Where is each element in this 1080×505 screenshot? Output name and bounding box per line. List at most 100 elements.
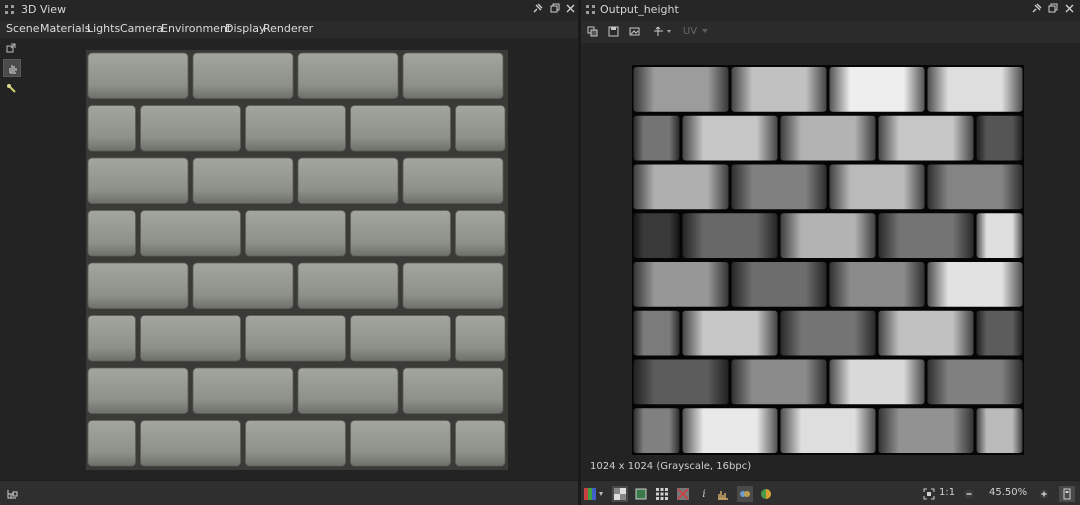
height-brick <box>780 213 876 258</box>
3d-brick-mesh <box>86 50 508 470</box>
fit-view-icon-glyph <box>923 488 935 500</box>
3d-brick <box>87 52 189 99</box>
3d-brick <box>87 315 136 362</box>
3d-brick <box>245 420 346 467</box>
close-icon[interactable] <box>1062 3 1077 18</box>
menu-renderer[interactable]: Renderer <box>263 22 313 35</box>
color-picker-icon[interactable] <box>737 486 753 502</box>
menu-materials[interactable]: Materials <box>40 22 90 35</box>
height-brick <box>927 67 1023 112</box>
scene-tree-icon[interactable] <box>6 485 20 499</box>
3d-brick <box>140 420 241 467</box>
menu-environment[interactable]: Environment <box>161 22 231 35</box>
height-brick <box>976 408 1023 453</box>
pin-icon[interactable] <box>1029 3 1044 18</box>
menu-display[interactable]: Display <box>225 22 266 35</box>
3d-view-panel: 3D View Scene Materials Lights Camera En… <box>0 0 578 505</box>
color-mode-icon[interactable] <box>758 486 774 502</box>
light-tool-icon-glyph <box>6 83 16 93</box>
2d-view-toolbar: UV <box>581 21 1080 43</box>
3d-brick <box>192 157 294 204</box>
height-brick <box>878 310 974 356</box>
3d-statusbar <box>0 480 578 505</box>
settings-panel-icon[interactable] <box>1059 486 1075 502</box>
3d-brick <box>350 210 451 257</box>
height-brick <box>682 408 778 453</box>
3d-brick <box>140 210 241 257</box>
zoom-level[interactable]: 45.50% <box>989 487 1027 498</box>
copy-image-icon[interactable] <box>585 24 599 38</box>
restore-icon[interactable] <box>1045 3 1060 18</box>
height-brick <box>682 310 778 356</box>
3d-brick <box>297 367 399 414</box>
height-brick <box>633 115 680 161</box>
height-brick <box>731 67 827 112</box>
restore-icon[interactable] <box>547 3 562 18</box>
3d-brick <box>140 105 241 152</box>
hand-tool-icon[interactable] <box>3 59 21 77</box>
frame-icon-glyph <box>635 488 647 500</box>
ratio-label[interactable]: 1:1 <box>939 487 955 498</box>
checker-bg-icon[interactable] <box>612 486 628 502</box>
panel-grip-icon[interactable] <box>5 5 16 16</box>
menu-scene[interactable]: Scene <box>6 22 40 35</box>
save-image-icon[interactable] <box>606 24 620 38</box>
height-brick <box>682 213 778 258</box>
frame-icon[interactable] <box>633 486 649 502</box>
3d-brick <box>87 367 189 414</box>
height-brick <box>731 164 827 210</box>
alpha-off-icon-glyph <box>677 488 689 500</box>
zoom-out-icon[interactable] <box>961 486 977 502</box>
height-brick <box>976 115 1023 161</box>
move-tool-dropdown[interactable] <box>652 24 674 38</box>
image-info: 1024 x 1024 (Grayscale, 16bpc) <box>590 461 752 472</box>
pin-icon[interactable] <box>530 3 545 18</box>
3d-brick <box>402 52 504 99</box>
height-brick <box>927 164 1023 210</box>
menu-camera[interactable]: Camera <box>120 22 163 35</box>
3d-brick <box>87 210 136 257</box>
uv-dropdown[interactable]: UV <box>682 24 710 38</box>
3d-brick <box>350 420 451 467</box>
3d-brick <box>402 157 504 204</box>
height-brick <box>927 262 1023 307</box>
2d-statusbar: i 1:1 45.50% <box>581 480 1080 505</box>
copy-image-icon-glyph <box>587 26 597 36</box>
pin-icon-glyph <box>533 3 543 13</box>
output-height-title: Output_height <box>600 3 679 16</box>
3d-brick <box>350 105 451 152</box>
channels-dropdown[interactable] <box>584 486 606 502</box>
menu-lights[interactable]: Lights <box>87 22 120 35</box>
height-brick <box>731 262 827 307</box>
scene-tree-icon-glyph <box>7 490 18 499</box>
close-icon[interactable] <box>563 3 578 18</box>
move-tool-icon <box>654 26 671 36</box>
output-height-titlebar: Output_height <box>581 0 1080 22</box>
alpha-off-icon[interactable] <box>675 486 691 502</box>
info-icon[interactable]: i <box>696 486 712 502</box>
image-view-icon[interactable] <box>627 24 641 38</box>
restore-icon-glyph <box>550 3 559 13</box>
zoom-in-icon[interactable] <box>1036 486 1052 502</box>
chevron-down-icon <box>702 29 709 33</box>
3d-brick <box>140 315 241 362</box>
3d-brick <box>297 52 399 99</box>
3d-viewport[interactable] <box>0 38 578 481</box>
height-brick <box>633 359 729 405</box>
height-brick <box>829 67 925 112</box>
restore-icon-glyph <box>1048 3 1057 13</box>
3d-side-toolbar <box>3 40 21 99</box>
tiling-icon[interactable] <box>654 486 670 502</box>
height-brick <box>633 164 729 210</box>
2d-viewport[interactable]: 1024 x 1024 (Grayscale, 16bpc) <box>581 43 1080 481</box>
3d-brick <box>245 210 346 257</box>
zoom-in-icon-glyph <box>1039 489 1049 499</box>
3d-brick <box>87 262 189 309</box>
save-image-icon-glyph <box>608 26 618 36</box>
light-tool-icon[interactable] <box>3 80 19 96</box>
panel-grip-icon[interactable] <box>586 5 597 16</box>
histogram-icon[interactable] <box>715 486 731 502</box>
export-icon[interactable] <box>3 40 19 56</box>
fit-view-icon[interactable] <box>921 486 937 502</box>
height-brick <box>633 262 729 307</box>
